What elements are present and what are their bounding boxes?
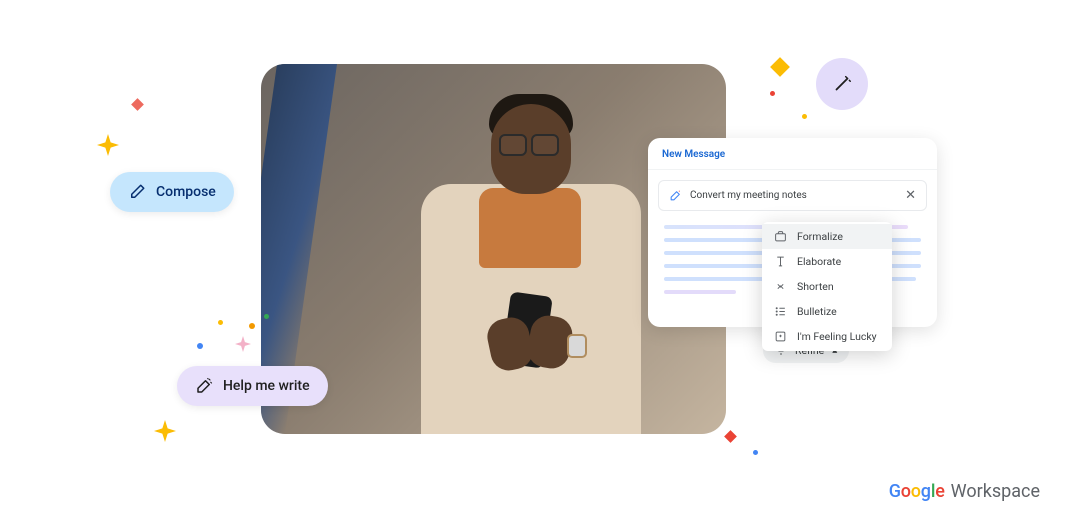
refine-item-formalize[interactable]: Formalize	[762, 224, 892, 249]
pencil-icon	[128, 183, 146, 201]
dot-icon	[802, 114, 807, 119]
refine-item-lucky[interactable]: I'm Feeling Lucky	[762, 324, 892, 349]
dot-icon	[249, 323, 255, 329]
refine-item-label: Formalize	[797, 230, 843, 243]
refine-item-label: I'm Feeling Lucky	[797, 330, 877, 343]
diamond-icon	[131, 98, 144, 111]
magic-pen-icon	[195, 377, 213, 395]
diamond-icon	[724, 430, 737, 443]
diamond-icon	[770, 57, 790, 77]
dot-icon	[218, 320, 223, 325]
magic-pen-icon	[669, 189, 682, 202]
refine-item-label: Elaborate	[797, 255, 841, 268]
refine-item-label: Shorten	[797, 280, 834, 293]
sparkle-box-icon	[774, 330, 787, 343]
compose-label: Compose	[156, 184, 216, 200]
briefcase-icon	[774, 230, 787, 243]
google-wordmark: Google	[889, 481, 945, 502]
close-icon[interactable]: ✕	[905, 189, 916, 202]
dot-icon	[197, 343, 203, 349]
list-icon	[774, 305, 787, 318]
refine-item-bulletize[interactable]: Bulletize	[762, 299, 892, 324]
help-me-write-label: Help me write	[223, 378, 310, 394]
person-figure	[351, 84, 651, 434]
google-workspace-logo: Google Workspace	[889, 481, 1040, 502]
magic-wand-icon	[831, 73, 853, 95]
refine-item-label: Bulletize	[797, 305, 837, 318]
new-message-title: New Message	[648, 138, 937, 170]
refine-menu: Formalize Elaborate Shorten Bulletize I'…	[762, 222, 892, 351]
collapse-icon	[774, 280, 787, 293]
prompt-text: Convert my meeting notes	[690, 190, 807, 201]
compose-chip[interactable]: Compose	[110, 172, 234, 212]
refine-item-elaborate[interactable]: Elaborate	[762, 249, 892, 274]
refine-item-shorten[interactable]: Shorten	[762, 274, 892, 299]
sparkle-icon	[97, 134, 119, 156]
dot-icon	[753, 450, 758, 455]
prompt-input-bar[interactable]: Convert my meeting notes ✕	[658, 180, 927, 211]
dot-icon	[264, 314, 269, 319]
ai-badge	[816, 58, 868, 110]
sparkle-icon	[154, 420, 176, 442]
text-height-icon	[774, 255, 787, 268]
dot-icon	[770, 91, 775, 96]
sparkle-icon	[235, 336, 251, 352]
help-me-write-chip[interactable]: Help me write	[177, 366, 328, 406]
workspace-wordmark: Workspace	[951, 481, 1040, 502]
